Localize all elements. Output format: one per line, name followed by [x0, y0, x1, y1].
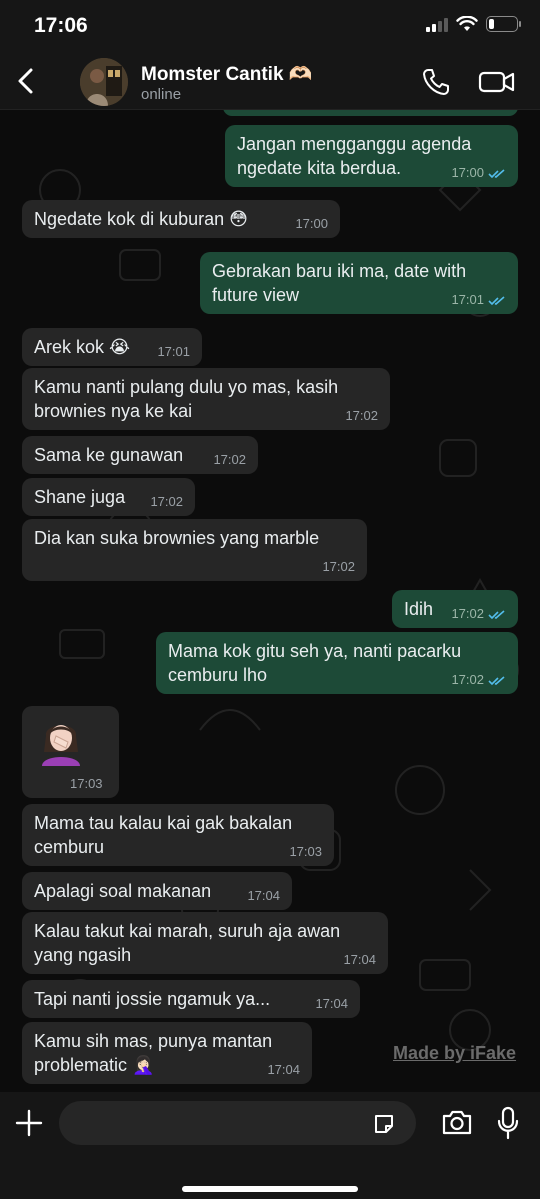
message-bubble-out[interactable]: Idih 17:02 — [392, 590, 518, 628]
read-ticks-icon — [488, 168, 505, 178]
message-bubble-in[interactable]: Kamu nanti pulang dulu yo mas, kasih bro… — [22, 368, 390, 430]
message-time: 17:00 — [295, 216, 328, 231]
message-meta: 17:02 — [451, 673, 506, 687]
message-meta: 17:00 — [451, 166, 506, 180]
message-bubble-out[interactable]: Mama kok gitu seh ya, nanti pacarku cemb… — [156, 632, 518, 694]
contact-name[interactable]: Momster Cantik 🫶🏻 — [141, 62, 312, 86]
message-text: Kamu nanti pulang dulu yo mas, kasih bro… — [34, 377, 339, 421]
message-time: 17:02 — [322, 559, 355, 574]
woman-facepalming-icon — [42, 725, 80, 766]
phone-icon[interactable] — [420, 66, 452, 98]
message-text: Idih — [404, 599, 434, 619]
message-bubble-in[interactable]: Kalau takut kai marah, suruh aja awan ya… — [22, 912, 388, 974]
message-text: Tapi nanti jossie ngamuk ya... — [34, 989, 271, 1009]
message-bubble-in[interactable]: Tapi nanti jossie ngamuk ya... 17:04 — [22, 980, 360, 1018]
status-time: 17:06 — [34, 14, 88, 37]
message-text: Shane juga — [34, 487, 126, 507]
message-time: 17:04 — [247, 888, 280, 903]
home-indicator[interactable] — [182, 1186, 358, 1192]
message-bubble-in[interactable]: Ngedate kok di kuburan 😳 17:00 — [22, 200, 340, 238]
message-text: Apalagi soal makanan — [34, 881, 212, 901]
chat-header: Momster Cantik 🫶🏻 online — [0, 52, 540, 110]
message-time: 17:02 — [451, 606, 484, 621]
cellular-signal-icon — [426, 16, 448, 32]
microphone-icon[interactable] — [497, 1106, 519, 1140]
wifi-icon — [456, 16, 478, 31]
message-text: Kalau takut kai marah, suruh aja awan ya… — [34, 921, 341, 965]
message-text: Kamu sih mas, punya mantan problematic 🤦… — [34, 1031, 273, 1075]
message-input[interactable] — [59, 1101, 416, 1145]
status-bar: 17:06 — [0, 0, 540, 52]
message-time: 17:02 — [345, 408, 378, 423]
watermark: Made by iFake — [393, 1043, 517, 1063]
message-bubble-in[interactable]: Kamu sih mas, punya mantan problematic 🤦… — [22, 1022, 312, 1084]
emoji-message[interactable]: 17:03 — [22, 706, 119, 798]
message-time: 17:02 — [451, 672, 484, 687]
message-bubble-partial[interactable] — [223, 110, 518, 116]
message-bubble-in[interactable]: Apalagi soal makanan 17:04 — [22, 872, 292, 910]
message-bubble-in[interactable]: Sama ke gunawan 17:02 — [22, 436, 258, 474]
message-text: Mama tau kalau kai gak bakalan cemburu — [34, 813, 293, 857]
battery-level — [489, 19, 495, 29]
sticker-icon[interactable] — [372, 1112, 396, 1136]
message-text: Sama ke gunawan — [34, 445, 184, 465]
message-time: 17:01 — [157, 344, 190, 359]
message-text: Ngedate kok di kuburan 😳 — [34, 209, 248, 229]
message-time: 17:02 — [150, 494, 183, 509]
camera-icon[interactable] — [441, 1108, 473, 1136]
avatar[interactable] — [80, 58, 128, 106]
message-meta: 17:02 — [451, 607, 506, 621]
message-time: 17:03 — [289, 844, 322, 859]
message-time: 17:00 — [451, 165, 484, 180]
battery-icon — [486, 16, 521, 32]
message-time: 17:01 — [451, 292, 484, 307]
message-text: Mama kok gitu seh ya, nanti pacarku cemb… — [168, 641, 462, 685]
video-camera-icon[interactable] — [478, 68, 516, 96]
message-time: 17:02 — [213, 452, 246, 467]
message-text: Arek kok 😭 — [34, 337, 131, 357]
message-text: Jangan mengganggu agenda ngedate kita be… — [237, 134, 472, 178]
message-bubble-in[interactable]: Dia kan suka brownies yang marble 17:02 — [22, 519, 367, 581]
composer-bar — [0, 1092, 540, 1199]
chevron-left-icon[interactable] — [12, 64, 42, 98]
message-time: 17:04 — [315, 996, 348, 1011]
message-bubble-in[interactable]: Arek kok 😭 17:01 — [22, 328, 202, 366]
status-icons — [426, 16, 521, 32]
message-time: 17:04 — [267, 1062, 300, 1077]
message-bubble-out[interactable]: Gebrakan baru iki ma, date with future v… — [200, 252, 518, 314]
message-bubble-out[interactable]: Jangan mengganggu agenda ngedate kita be… — [225, 125, 518, 187]
read-ticks-icon — [488, 295, 505, 305]
message-bubble-in[interactable]: Mama tau kalau kai gak bakalan cemburu 1… — [22, 804, 334, 866]
contact-status: online — [141, 86, 182, 103]
message-time: 17:04 — [343, 952, 376, 967]
read-ticks-icon — [488, 675, 505, 685]
message-bubble-in[interactable]: Shane juga 17:02 — [22, 478, 195, 516]
read-ticks-icon — [488, 609, 505, 619]
message-text: Dia kan suka brownies yang marble — [34, 528, 320, 548]
chat-area[interactable]: Jangan mengganggu agenda ngedate kita be… — [0, 110, 540, 1092]
message-meta: 17:01 — [451, 293, 506, 307]
message-text: Gebrakan baru iki ma, date with future v… — [212, 261, 467, 305]
plus-icon[interactable] — [14, 1108, 44, 1138]
message-time: 17:03 — [70, 776, 103, 791]
